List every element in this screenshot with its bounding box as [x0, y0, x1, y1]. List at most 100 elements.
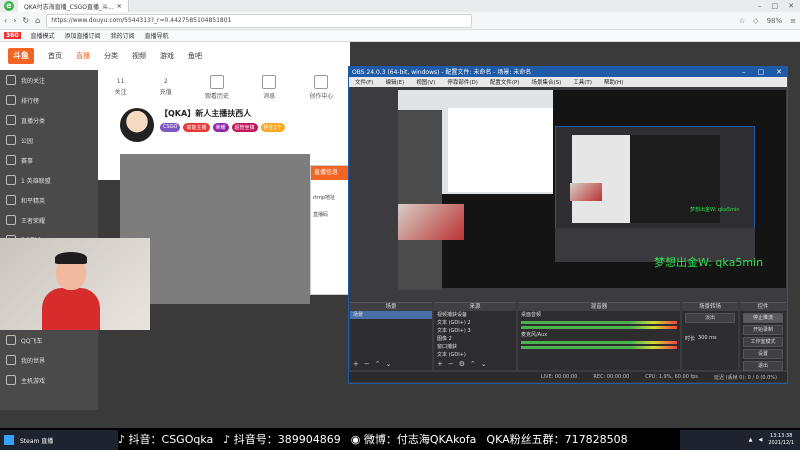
sidebar-item-label: 主机游戏	[21, 377, 46, 385]
sidebar-item[interactable]: 我的关注	[0, 70, 98, 90]
remove-icon[interactable]: −	[364, 360, 370, 368]
avatar[interactable]	[120, 108, 154, 142]
duration-input[interactable]: 300 ms	[698, 335, 717, 342]
network-icon[interactable]: ▲	[749, 437, 753, 443]
source-item[interactable]: 图像 2	[434, 335, 516, 343]
sidebar-item[interactable]: 主机游戏	[0, 370, 98, 390]
obs-minimize-icon[interactable]: –	[742, 68, 746, 76]
nav-category[interactable]: 分类	[104, 51, 118, 61]
scene-item[interactable]: 场景	[350, 311, 432, 319]
sidebar-item[interactable]: QQ飞车	[0, 330, 98, 350]
sidebar-item[interactable]: 赛事	[0, 150, 98, 170]
subnav-tile[interactable]: 2 充值	[160, 78, 172, 96]
subnav-tile[interactable]: 创作中心	[309, 74, 333, 100]
back-icon[interactable]: ‹	[4, 16, 7, 25]
move-down-icon[interactable]: ⌄	[481, 360, 487, 368]
menu-scene-collection[interactable]: 场景集合(S)	[531, 78, 561, 86]
sidebar-item-icon	[6, 75, 16, 85]
add-icon[interactable]: +	[353, 360, 359, 368]
exit-button[interactable]: 退出	[743, 361, 783, 371]
menu-icon[interactable]: ≡	[790, 17, 796, 25]
taskbar-app[interactable]: Steam 直播	[20, 436, 53, 445]
bookmark-item[interactable]: 添加直播订阅	[65, 31, 101, 40]
menu-profile[interactable]: 配置文件(P)	[490, 78, 520, 86]
menu-file[interactable]: 文件(F)	[355, 78, 373, 86]
home-icon[interactable]: ⌂	[35, 16, 40, 25]
nav-yuba[interactable]: 鱼吧	[188, 51, 202, 61]
sidebar-item-label: 1 英雄联盟	[21, 177, 51, 185]
source-item[interactable]: 视频捕获设备	[434, 311, 516, 319]
sidebar-item[interactable]: 直播分类	[0, 110, 98, 130]
bookmark-item[interactable]: 直播模式	[31, 31, 55, 40]
bookmark-badge[interactable]: 360	[4, 32, 21, 39]
scenes-dock: 场景 场景 + − ⌃ ⌄	[350, 302, 432, 370]
tag-badge[interactable]: 超管坐镇	[231, 123, 258, 132]
url-input[interactable]: https://www.douyu.com/5544313?_r=0.44275…	[46, 13, 473, 28]
nav-video[interactable]: 视频	[132, 51, 146, 61]
obs-maximize-icon[interactable]: □	[758, 68, 765, 76]
forward-icon[interactable]: ›	[13, 16, 16, 25]
menu-tools[interactable]: 工具(T)	[573, 78, 592, 86]
subnav-tile[interactable]: 观看历史	[205, 74, 229, 100]
subnav-tile[interactable]: 11 关注	[115, 78, 127, 96]
preview-nested-webcam	[570, 183, 602, 201]
star-icon[interactable]: ☆	[739, 17, 745, 25]
subnav-tile[interactable]: 消息	[262, 74, 277, 100]
zoom-level[interactable]: 98%	[767, 17, 783, 25]
nav-live[interactable]: 直播	[76, 51, 90, 61]
douyu-logo[interactable]: 斗鱼	[8, 48, 34, 64]
volume-slider[interactable]	[521, 346, 677, 349]
transition-select[interactable]: 淡出	[685, 313, 735, 323]
remove-icon[interactable]: −	[448, 360, 454, 368]
studio-mode-button[interactable]: 工作室模式	[743, 337, 783, 347]
controls-dock: 控件 停止推流 开始录制 工作室模式 设置 退出	[740, 302, 786, 371]
gear-icon[interactable]: ⚙	[459, 360, 465, 368]
maximize-icon[interactable]: □	[772, 2, 779, 10]
close-window-icon[interactable]: ✕	[788, 2, 794, 10]
tag-badge[interactable]: 高能主播	[183, 123, 210, 132]
sidebar-item-label: 我的世界	[21, 357, 46, 365]
preview-sidebar-capture	[398, 110, 442, 290]
nav-game[interactable]: 游戏	[160, 51, 174, 61]
menu-edit[interactable]: 编辑(E)	[385, 78, 404, 86]
bookmark-item[interactable]: 直播导航	[145, 31, 169, 40]
sidebar-item-icon	[6, 195, 16, 205]
close-icon[interactable]: ✕	[117, 3, 122, 10]
windows-start-icon[interactable]	[4, 435, 14, 445]
nav-home[interactable]: 首页	[48, 51, 62, 61]
tag-badge[interactable]: CSGO	[160, 123, 181, 132]
sidebar-item[interactable]: 我的世界	[0, 350, 98, 370]
volume-icon[interactable]: ◀	[759, 437, 763, 443]
stop-streaming-button[interactable]: 停止推流	[743, 313, 783, 323]
menu-view[interactable]: 视图(V)	[416, 78, 435, 86]
volume-slider[interactable]	[521, 326, 677, 329]
browser-tab[interactable]: QKA付志海直播_CSGO直播_斗... ✕	[18, 0, 129, 12]
extension-icon[interactable]: ◇	[753, 17, 758, 25]
add-icon[interactable]: +	[437, 360, 443, 368]
move-up-icon[interactable]: ⌃	[375, 360, 381, 368]
move-down-icon[interactable]: ⌄	[386, 360, 392, 368]
refresh-icon[interactable]: ↻	[22, 16, 29, 25]
sidebar-item[interactable]: 排行榜	[0, 90, 98, 110]
menu-docks[interactable]: 停靠部件(D)	[447, 78, 478, 86]
tag-badge[interactable]: 荣耀	[212, 123, 229, 132]
source-item[interactable]: 窗口捕获	[434, 343, 516, 351]
start-recording-button[interactable]: 开始录制	[743, 325, 783, 335]
sidebar-item[interactable]: 王者荣耀	[0, 210, 98, 230]
move-up-icon[interactable]: ⌃	[470, 360, 476, 368]
sidebar-item[interactable]: 和平精英	[0, 190, 98, 210]
sidebar-item[interactable]: 公园	[0, 130, 98, 150]
sidebar-item[interactable]: 1 英雄联盟	[0, 170, 98, 190]
menu-help[interactable]: 帮助(H)	[604, 78, 623, 86]
sidebar-item-icon	[6, 95, 16, 105]
settings-button[interactable]: 设置	[743, 349, 783, 359]
source-item[interactable]: 文本 (GDI+)	[434, 351, 516, 359]
minimize-icon[interactable]: –	[758, 2, 762, 10]
tag-badge[interactable]: 伴生1个	[260, 123, 285, 132]
source-item[interactable]: 文本 (GDI+) 2	[434, 319, 516, 327]
source-item[interactable]: 文本 (GDI+) 3	[434, 327, 516, 335]
bookmark-item[interactable]: 我的订阅	[111, 31, 135, 40]
clock[interactable]: 13:13:38 2021/12/1	[768, 433, 794, 447]
streamer-info: 【QKA】新人主播扶西人 CSGO 高能主播 荣耀 超管坐镇 伴生1个	[120, 108, 350, 152]
obs-close-icon[interactable]: ✕	[776, 68, 782, 76]
